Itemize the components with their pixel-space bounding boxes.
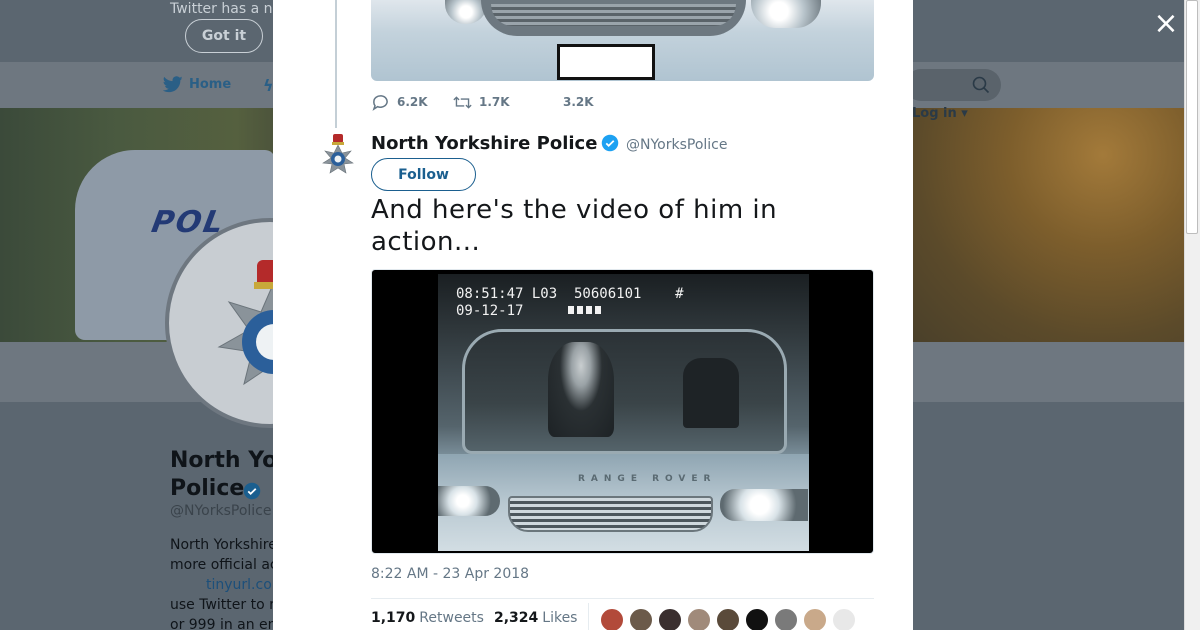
- retweets-stat[interactable]: 1,170 Retweets: [371, 610, 484, 626]
- video-frame: RANGE ROVER 08:51:47 L03 50606101 # 09-1…: [438, 274, 809, 551]
- retweet-icon: [453, 95, 472, 109]
- reply-count: 6.2K: [397, 95, 428, 109]
- like-button[interactable]: 3.2K: [563, 95, 594, 109]
- search-icon[interactable]: [972, 76, 990, 94]
- close-modal-button[interactable]: ×: [1150, 9, 1182, 41]
- previous-tweet-actions: 6.2K 1.7K 3.2K: [371, 92, 594, 112]
- nav-home-link[interactable]: Home: [163, 76, 231, 93]
- like-count: 3.2K: [563, 95, 594, 109]
- likes-stat[interactable]: 2,324 Likes: [494, 610, 578, 626]
- profile-name-line1: North Yo: [170, 448, 278, 473]
- liker-avatar[interactable]: [716, 608, 740, 630]
- liker-avatar[interactable]: [687, 608, 711, 630]
- retweet-button[interactable]: 1.7K: [453, 94, 563, 111]
- divider: [371, 598, 874, 599]
- car-grille: [481, 0, 746, 36]
- video-timestamp-overlay: 08:51:47 L03 50606101 #: [456, 286, 684, 302]
- reply-button[interactable]: 6.2K: [371, 94, 453, 111]
- follow-button[interactable]: Follow: [371, 158, 476, 191]
- profile-name-line2: Police: [170, 476, 245, 501]
- previous-tweet-image[interactable]: [371, 0, 874, 81]
- headlight: [438, 486, 500, 516]
- profile-handle: @NYorksPolice: [170, 503, 272, 519]
- divider: [588, 603, 589, 630]
- login-link[interactable]: Log in ▾: [912, 106, 968, 121]
- tweet-timestamp[interactable]: 8:22 AM - 23 Apr 2018: [371, 566, 529, 582]
- liker-avatar[interactable]: [803, 608, 827, 630]
- bonnet-lettering: RANGE ROVER: [578, 474, 717, 484]
- liker-avatar[interactable]: [832, 608, 856, 630]
- tweet-modal: 6.2K 1.7K 3.2K North Yorkshire Police @N…: [273, 0, 913, 630]
- tweet-author-name[interactable]: North Yorkshire Police: [371, 133, 597, 154]
- verified-badge-icon: [243, 482, 261, 500]
- video-date-overlay: 09-12-17: [456, 303, 524, 319]
- profile-bio: North Yorkshire more official ac tinyurl…: [170, 535, 273, 630]
- tweet-author-avatar[interactable]: [320, 134, 356, 178]
- bio-line: or 999 in an en: [170, 617, 273, 630]
- likes-count: 2,324: [493, 610, 539, 626]
- profile-name: North Yo Police: [170, 447, 277, 503]
- verified-badge-icon: [601, 134, 619, 152]
- liker-avatar[interactable]: [600, 608, 624, 630]
- twitter-bird-icon: [163, 76, 183, 93]
- liker-avatars: [600, 608, 856, 630]
- bio-link[interactable]: tinyurl.co: [170, 575, 273, 595]
- liker-avatar[interactable]: [774, 608, 798, 630]
- bio-line: use Twitter to r: [170, 597, 273, 613]
- tweet-author-handle[interactable]: @NYorksPolice: [626, 137, 728, 153]
- liker-avatar[interactable]: [629, 608, 653, 630]
- liker-avatar[interactable]: [658, 608, 682, 630]
- headlight: [720, 489, 808, 521]
- driver-figure: [548, 342, 614, 437]
- retweet-count: 1.7K: [479, 95, 510, 109]
- likes-label: Likes: [542, 610, 578, 626]
- bio-line: North Yorkshire: [170, 537, 273, 553]
- nav-home-label: Home: [189, 77, 232, 92]
- thread-connector-line: [335, 0, 337, 128]
- banner-text: Twitter has a n: [170, 1, 273, 17]
- header-image-sunset: [913, 108, 1184, 342]
- bio-line: more official ac: [170, 557, 273, 573]
- tweet-text: And here's the video of him in action...: [371, 195, 778, 257]
- retweets-label: Retweets: [419, 610, 484, 626]
- scrollbar-thumb[interactable]: [1186, 0, 1198, 234]
- video-overlay-blocks: [568, 306, 602, 314]
- got-it-button[interactable]: Got it: [185, 19, 263, 53]
- car-grille: [508, 496, 713, 532]
- login-label: Log in: [912, 106, 957, 121]
- reply-icon: [372, 94, 388, 111]
- liker-avatar[interactable]: [745, 608, 769, 630]
- tweet-stats: 1,170 Retweets 2,324 Likes: [371, 610, 577, 626]
- redacted-plate: [557, 44, 655, 80]
- tweet-video[interactable]: RANGE ROVER 08:51:47 L03 50606101 # 09-1…: [371, 269, 874, 554]
- retweets-count: 1,170: [371, 610, 416, 626]
- headlight: [751, 0, 821, 28]
- car-seat: [683, 358, 739, 428]
